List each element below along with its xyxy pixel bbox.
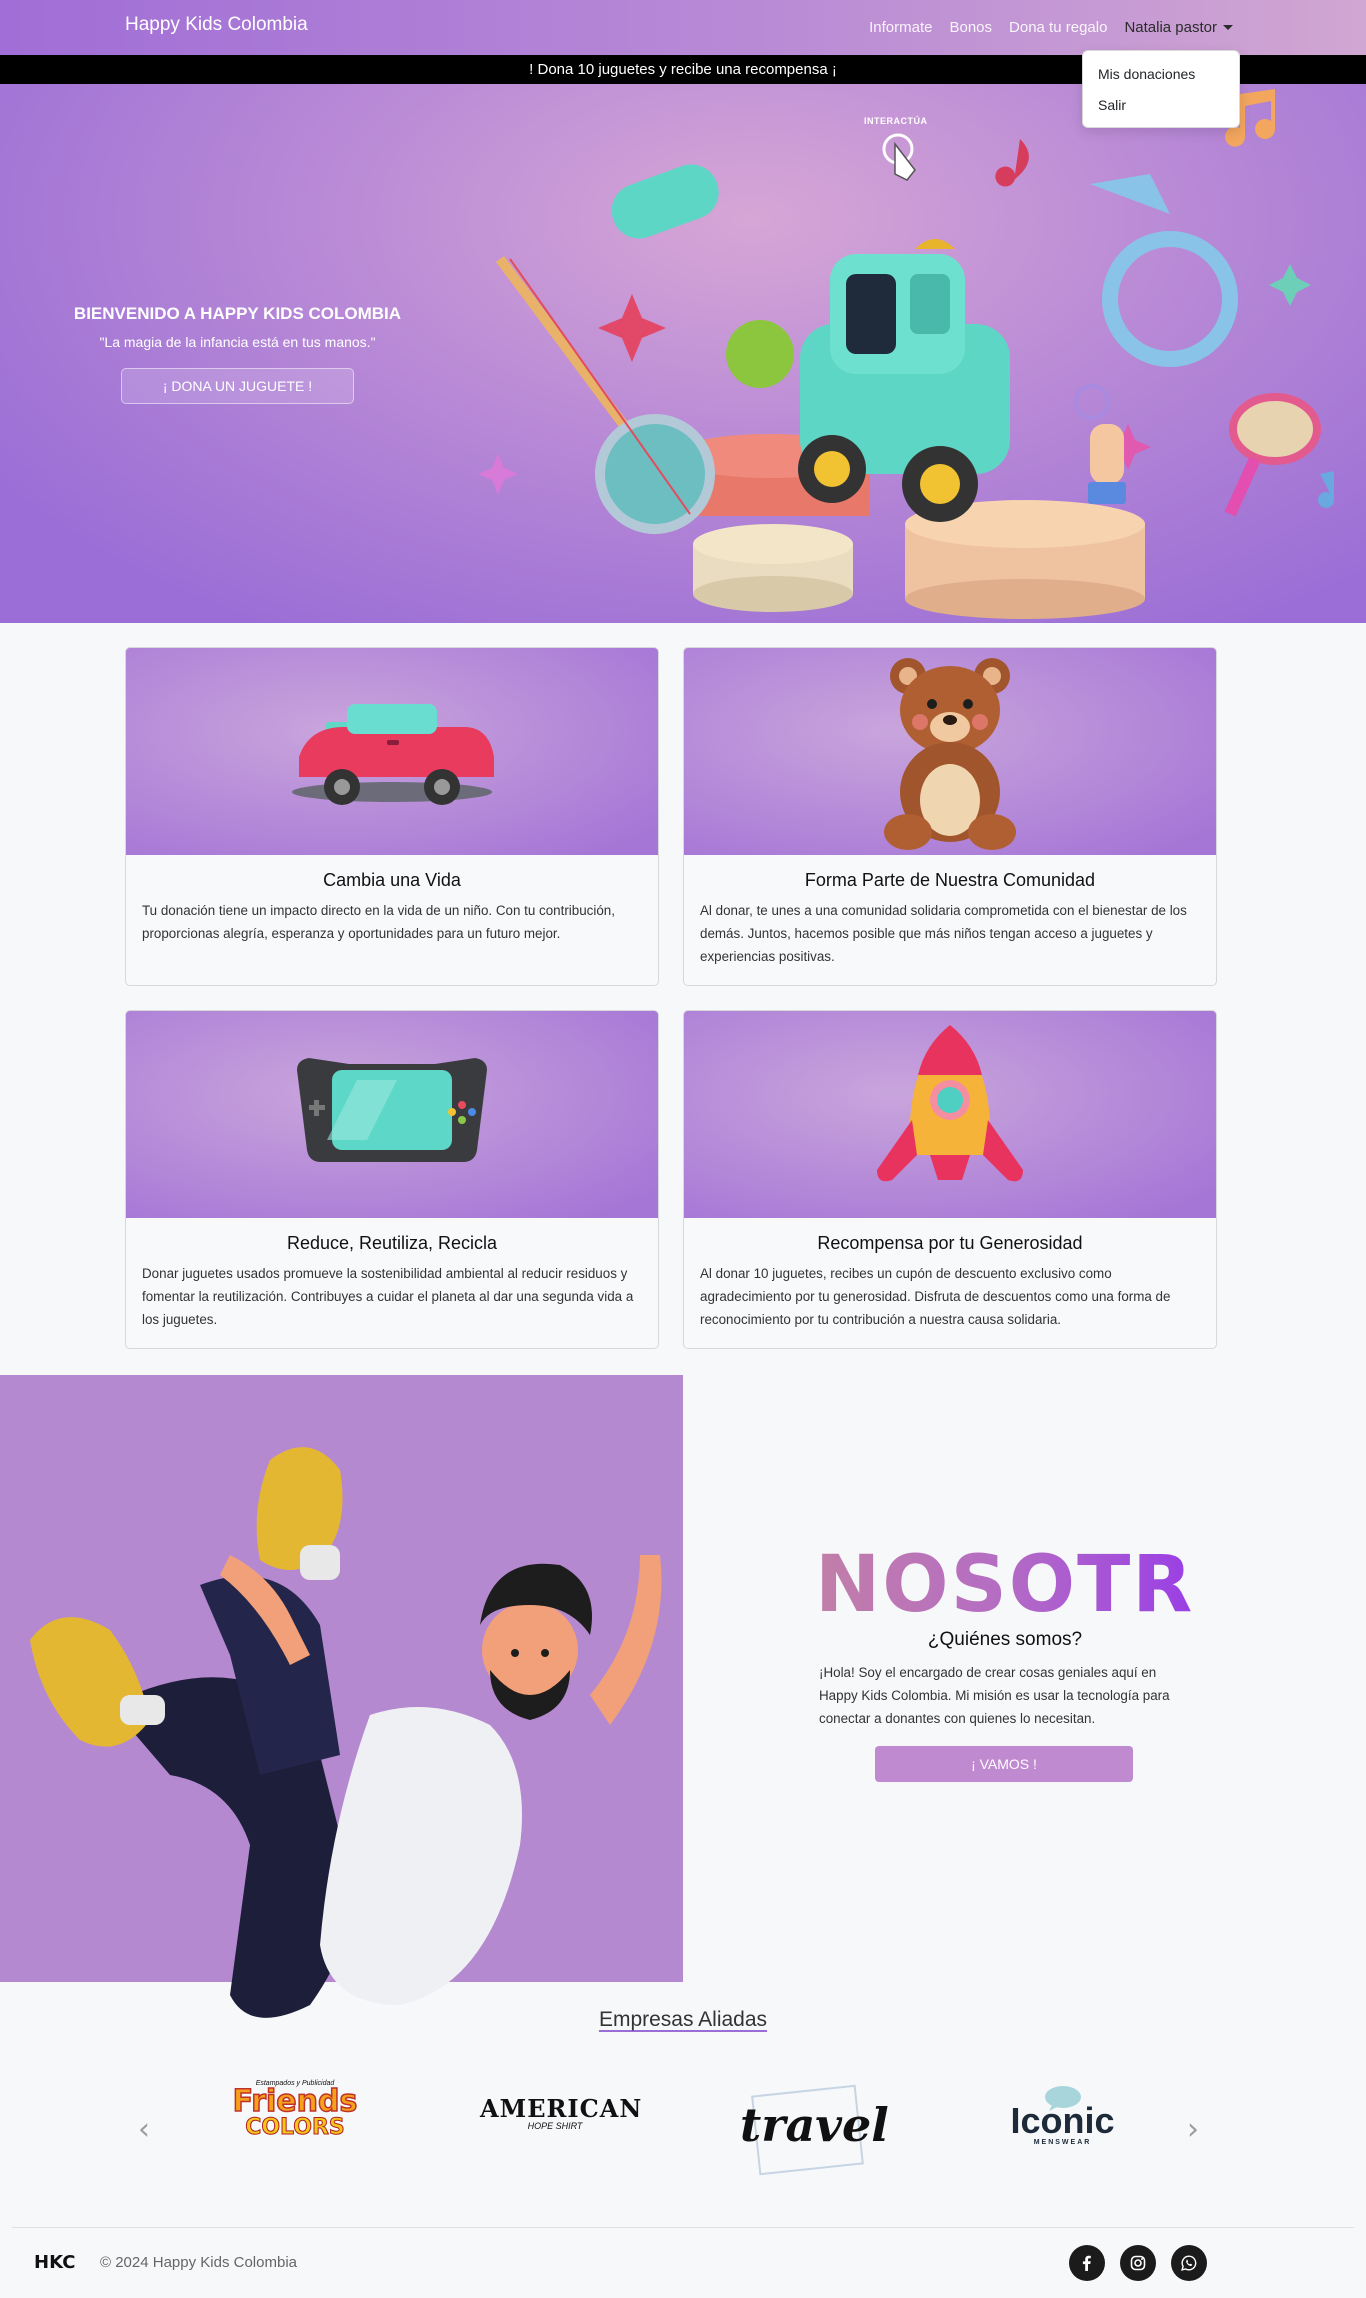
hero-section: INTERACTÚA BIENVENIDO A HAPPY KIDS COLOM… <box>0 84 1366 623</box>
footer-divider <box>12 2227 1354 2228</box>
caret-down-icon <box>1223 25 1233 30</box>
card-title: Reduce, Reutiliza, Recicla <box>286 1233 498 1253</box>
card-image <box>126 648 658 855</box>
vamos-button[interactable]: ¡ VAMOS ! <box>875 1746 1133 1782</box>
facebook-icon[interactable] <box>1069 2245 1105 2281</box>
logo-main: Iconic <box>1010 2100 1115 2141</box>
interact-label: INTERACTÚA <box>864 116 928 126</box>
card-text: Al donar 10 juguetes, recibes un cupón d… <box>700 1266 1171 1327</box>
about-heading: NOSOTROS <box>815 1540 1321 1630</box>
card-text: Donar juguetes usados promueve la sosten… <box>142 1266 634 1327</box>
about-content: NOSOTROS ¿Quiénes somos? ¡Hola! Soy el e… <box>815 1540 1321 1782</box>
dropdown-item-mis-donaciones[interactable]: Mis donaciones <box>1083 59 1239 90</box>
user-menu-toggle[interactable]: Natalia pastor <box>1124 19 1233 36</box>
donate-toy-button[interactable]: ¡ DONA UN JUGUETE ! <box>121 368 354 404</box>
dropdown-item-salir[interactable]: Salir <box>1083 90 1239 121</box>
card-text: Tu donación tiene un impacto directo en … <box>142 903 615 941</box>
falling-man-illustration <box>30 1447 662 2018</box>
nav-link-dona-tu-regalo[interactable]: Dona tu regalo <box>1009 19 1107 36</box>
card-cambia-vida: Cambia una Vida Tu donación tiene un imp… <box>125 647 659 986</box>
logo-main: AMERICAN <box>480 2094 643 2123</box>
navbar: Happy Kids Colombia Informate Bonos Dona… <box>0 0 1366 55</box>
nav-link-bonos[interactable]: Bonos <box>949 19 992 36</box>
toy-car-image <box>292 703 494 805</box>
footer-copyright: © 2024 Happy Kids Colombia <box>100 2254 297 2271</box>
nav-link-informate[interactable]: Informate <box>869 19 932 36</box>
logo-sub: COLORS <box>245 2115 346 2140</box>
card-reduce-reutiliza: Reduce, Reutiliza, Recicla Donar juguete… <box>125 1010 659 1349</box>
card-text: Al donar, te unes a una comunidad solida… <box>700 903 1187 964</box>
carousel-next-icon[interactable]: › <box>1187 2112 1199 2147</box>
whatsapp-glyph <box>1181 2255 1197 2271</box>
logo-main: Friends <box>232 2084 358 2119</box>
card-image <box>684 648 1216 855</box>
footer-brand[interactable]: HKC <box>34 2252 75 2273</box>
card-image <box>126 1011 658 1218</box>
card-image <box>684 1011 1216 1218</box>
brand-link[interactable]: Happy Kids Colombia <box>125 14 308 36</box>
about-subtitle: ¿Quiénes somos? <box>927 1629 1083 1650</box>
logo-main: travel <box>740 2098 889 2152</box>
hero-text: BIENVENIDO A HAPPY KIDS COLOMBIA "La mag… <box>70 304 405 404</box>
hero-toys-illustration <box>478 89 1335 619</box>
whatsapp-icon[interactable] <box>1171 2245 1207 2281</box>
user-name: Natalia pastor <box>1124 19 1217 36</box>
card-title: Recompensa por tu Generosidad <box>817 1233 1083 1253</box>
carousel-prev-icon[interactable]: ‹ <box>138 2112 150 2147</box>
partner-logo-american-hope: AMERICAN HOPE SHIRT <box>480 2094 643 2131</box>
partner-logo-travel: travel <box>740 2084 889 2176</box>
game-console-image <box>297 1057 487 1162</box>
partners-title: Empresas Aliadas <box>598 2008 768 2031</box>
partner-logo-friends-colors: Estampados y Publicidad Friends COLORS <box>230 2080 360 2139</box>
rocket-image <box>877 1024 1023 1181</box>
facebook-glyph <box>1082 2255 1091 2271</box>
hero-quote: "La magia de la infancia está en tus man… <box>99 334 376 350</box>
user-dropdown-menu: Mis donaciones Salir <box>1082 50 1240 128</box>
nav-links: Informate Bonos Dona tu regalo Natalia p… <box>869 0 1233 55</box>
about-text: ¡Hola! Soy el encargado de crear cosas g… <box>819 1665 1170 1726</box>
card-title: Forma Parte de Nuestra Comunidad <box>804 870 1096 890</box>
partner-logo-iconic: Iconic MENSWEAR <box>1000 2085 1125 2146</box>
teddy-bear-image <box>884 657 1016 850</box>
card-title: Cambia una Vida <box>323 870 461 890</box>
instagram-icon[interactable] <box>1120 2245 1156 2281</box>
instagram-glyph <box>1130 2255 1146 2271</box>
card-recompensa: Recompensa por tu Generosidad Al donar 1… <box>683 1010 1217 1349</box>
hero-title: BIENVENIDO A HAPPY KIDS COLOMBIA <box>73 304 402 323</box>
card-comunidad: Forma Parte de Nuestra Comunidad Al dona… <box>683 647 1217 986</box>
